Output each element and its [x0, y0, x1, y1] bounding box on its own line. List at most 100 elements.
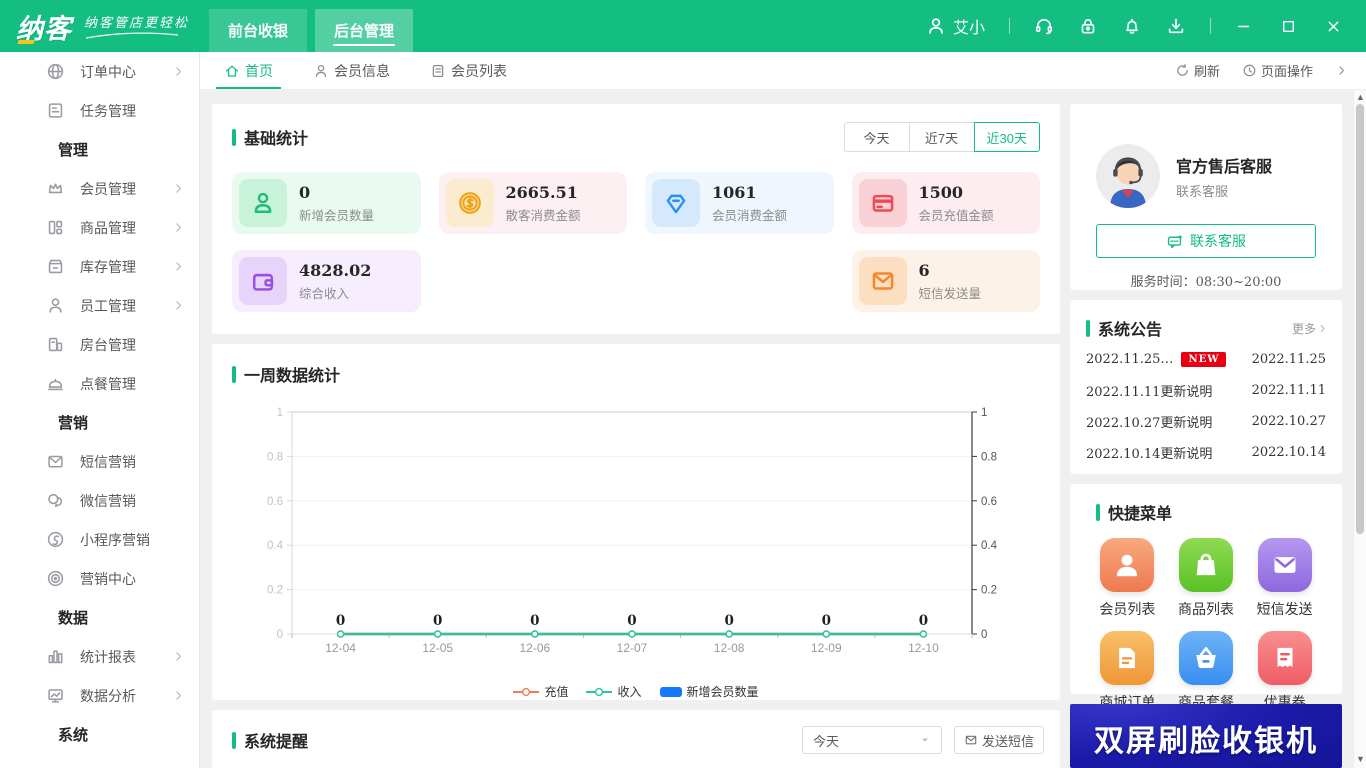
quick-menu-header: 快捷菜单 [1080, 484, 1332, 528]
page-ops-button[interactable]: 页面操作 [1242, 61, 1313, 80]
stat-icon-box [239, 257, 287, 305]
stat-label: 散客消费金额 [505, 208, 581, 223]
announcement-row[interactable]: 2022.11.25… NEW 2022.11.25 [1070, 344, 1342, 375]
mail-icon [870, 268, 896, 294]
contact-service-button[interactable]: 联系客服 [1096, 224, 1316, 258]
service-text: 官方售后客服 联系客服 [1176, 153, 1272, 200]
topbar: 纳客 纳客管店更轻松 前台收银 后台管理 艾小 [0, 0, 1366, 52]
scroll-up-arrow[interactable]: ▲ [1354, 90, 1366, 104]
legend-item[interactable]: 新增会员数量 [659, 683, 759, 700]
sidebar-item-goods-manage[interactable]: 商品管理 [0, 208, 199, 247]
legend-item[interactable]: 充值 [513, 683, 568, 700]
sidebar-item-label: 库存管理 [80, 258, 136, 275]
filter-30days[interactable]: 近30天 [973, 122, 1040, 152]
refresh-button[interactable]: 刷新 [1175, 61, 1220, 80]
announcement-date: 2022.10.27 [1251, 414, 1326, 429]
app-logo: 纳客 [16, 7, 72, 46]
more-link[interactable]: 更多 [1292, 320, 1328, 337]
quick-mall-orders[interactable]: 商城订单 [1088, 631, 1167, 712]
quick-coupon[interactable]: 优惠券 [1245, 631, 1324, 712]
announcement-date: 2022.11.25 [1251, 352, 1326, 367]
reminder-day-select[interactable]: 今天 [801, 726, 942, 754]
system-reminder-card: 系统提醒 今天 发送短信 [212, 710, 1060, 768]
bell-icon[interactable] [1122, 16, 1142, 36]
announcement-text: 2022.11.11更新说明 [1086, 385, 1213, 400]
svg-text:12-07: 12-07 [617, 641, 648, 655]
sidebar-item-task-manage[interactable]: 任务管理 [0, 91, 199, 130]
chevron-right-icon [172, 299, 185, 312]
filter-today[interactable]: 今天 [843, 122, 910, 152]
stat-text: 1500 会员充值金额 [919, 183, 994, 224]
stat-sms-sent[interactable]: 6 短信发送量 [851, 250, 1040, 312]
target-icon [46, 569, 65, 588]
service-hours: 服务时间：08:30~20:00 [1130, 275, 1282, 290]
lock-icon[interactable] [1078, 16, 1098, 36]
svg-text:0: 0 [724, 613, 733, 629]
svg-text:12-09: 12-09 [811, 641, 842, 655]
download-icon[interactable] [1166, 16, 1186, 36]
stat-new-members[interactable]: 0 新增会员数量 [232, 172, 421, 234]
send-sms-button[interactable]: 发送短信 [953, 726, 1044, 754]
sidebar-item-marketing-center[interactable]: 营销中心 [0, 559, 199, 598]
stat-walkin-spend[interactable]: 2665.51 散客消费金额 [438, 172, 627, 234]
sidebar-item-report-stats[interactable]: 统计报表 [0, 637, 199, 676]
tab-home[interactable]: 首页 [216, 52, 281, 89]
svg-text:0: 0 [530, 613, 539, 629]
announcement-row[interactable]: 2022.10.27更新说明 2022.10.27 [1070, 406, 1342, 437]
quick-member-list[interactable]: 会员列表 [1088, 538, 1167, 619]
user-menu[interactable]: 艾小 [926, 14, 985, 38]
headset-icon[interactable] [1034, 16, 1054, 36]
quick-goods-list[interactable]: 商品列表 [1167, 538, 1246, 619]
stat-member-spend[interactable]: 1061 会员消费金额 [645, 172, 834, 234]
close-icon[interactable] [1325, 18, 1342, 35]
vertical-scrollbar[interactable]: ▲ ▼ [1353, 90, 1366, 768]
scrollbar-thumb[interactable] [1356, 104, 1364, 534]
ad-banner[interactable]: 双屏刷脸收银机 [1070, 704, 1342, 768]
tab-front-cashier[interactable]: 前台收银 [209, 9, 308, 52]
minimize-icon[interactable] [1235, 18, 1252, 35]
sidebar-item-room-manage[interactable]: 房台管理 [0, 325, 199, 364]
stat-label: 会员消费金额 [712, 208, 788, 223]
stat-member-recharge[interactable]: 1500 会员充值金额 [851, 172, 1040, 234]
quick-sms-send[interactable]: 短信发送 [1245, 538, 1324, 619]
globe-icon [46, 62, 65, 81]
mode-tabs: 前台收银 后台管理 [209, 0, 414, 52]
stat-total-income[interactable]: 4828.02 综合收入 [232, 250, 421, 312]
svg-text:0.6: 0.6 [267, 496, 283, 508]
tab-label: 会员信息 [334, 62, 390, 79]
tab-member-list[interactable]: 会员列表 [428, 52, 509, 89]
quick-goods-combo[interactable]: 商品套餐 [1167, 631, 1246, 712]
maximize-icon[interactable] [1280, 18, 1297, 35]
announcement-title: 2022.11.25… NEW [1086, 352, 1227, 367]
filter-7days[interactable]: 近7天 [908, 122, 975, 152]
announcement-row[interactable]: 2022.11.11更新说明 2022.11.11 [1070, 375, 1342, 406]
quick-icon-box [1178, 631, 1233, 685]
window-controls [1235, 18, 1342, 35]
sidebar-item-wechat-marketing[interactable]: 微信营销 [0, 481, 199, 520]
weekly-line-chart[interactable]: 0 0 0.2 0.2 0.4 0.4 0.6 0.6 0.8 0.8 1 1 12-04 12-05 12… [226, 394, 1036, 676]
sidebar-item-order-center[interactable]: 订单中心 [0, 52, 199, 91]
announcement-row[interactable]: 2022.10.14更新说明 2022.10.14 [1070, 437, 1342, 468]
announcement-date: 2022.11.11 [1251, 383, 1326, 398]
sidebar-item-data-analysis[interactable]: 数据分析 [0, 676, 199, 715]
sidebar-item-staff-manage[interactable]: 员工管理 [0, 286, 199, 325]
sidebar-item-label: 数据分析 [80, 687, 136, 704]
announcement-title: 2022.11.11更新说明 [1086, 381, 1212, 400]
sidebar-item-inventory-manage[interactable]: 库存管理 [0, 247, 199, 286]
scroll-down-arrow[interactable]: ▼ [1354, 752, 1366, 766]
chevron-right-icon[interactable] [1335, 64, 1348, 77]
sidebar-item-miniapp-marketing[interactable]: 小程序营销 [0, 520, 199, 559]
stat-value: 6 [918, 260, 930, 280]
quick-icon-box [1257, 631, 1312, 685]
sidebar-item-dining-manage[interactable]: 点餐管理 [0, 364, 199, 403]
tab-backoffice[interactable]: 后台管理 [315, 9, 414, 52]
system-reminder-header: 系统提醒 今天 发送短信 [212, 710, 1060, 754]
basic-stats-header: 基础统计 今天 近7天 近30天 [212, 104, 1060, 152]
tab-member-info[interactable]: 会员信息 [311, 52, 392, 89]
sidebar-item-sms-marketing[interactable]: 短信营销 [0, 442, 199, 481]
accent-bar [232, 365, 236, 383]
legend-item[interactable]: 收入 [586, 683, 642, 700]
sidebar-item-member-manage[interactable]: 会员管理 [0, 169, 199, 208]
stat-text: 6 短信发送量 [919, 261, 982, 302]
stat-icon-box [652, 179, 700, 227]
